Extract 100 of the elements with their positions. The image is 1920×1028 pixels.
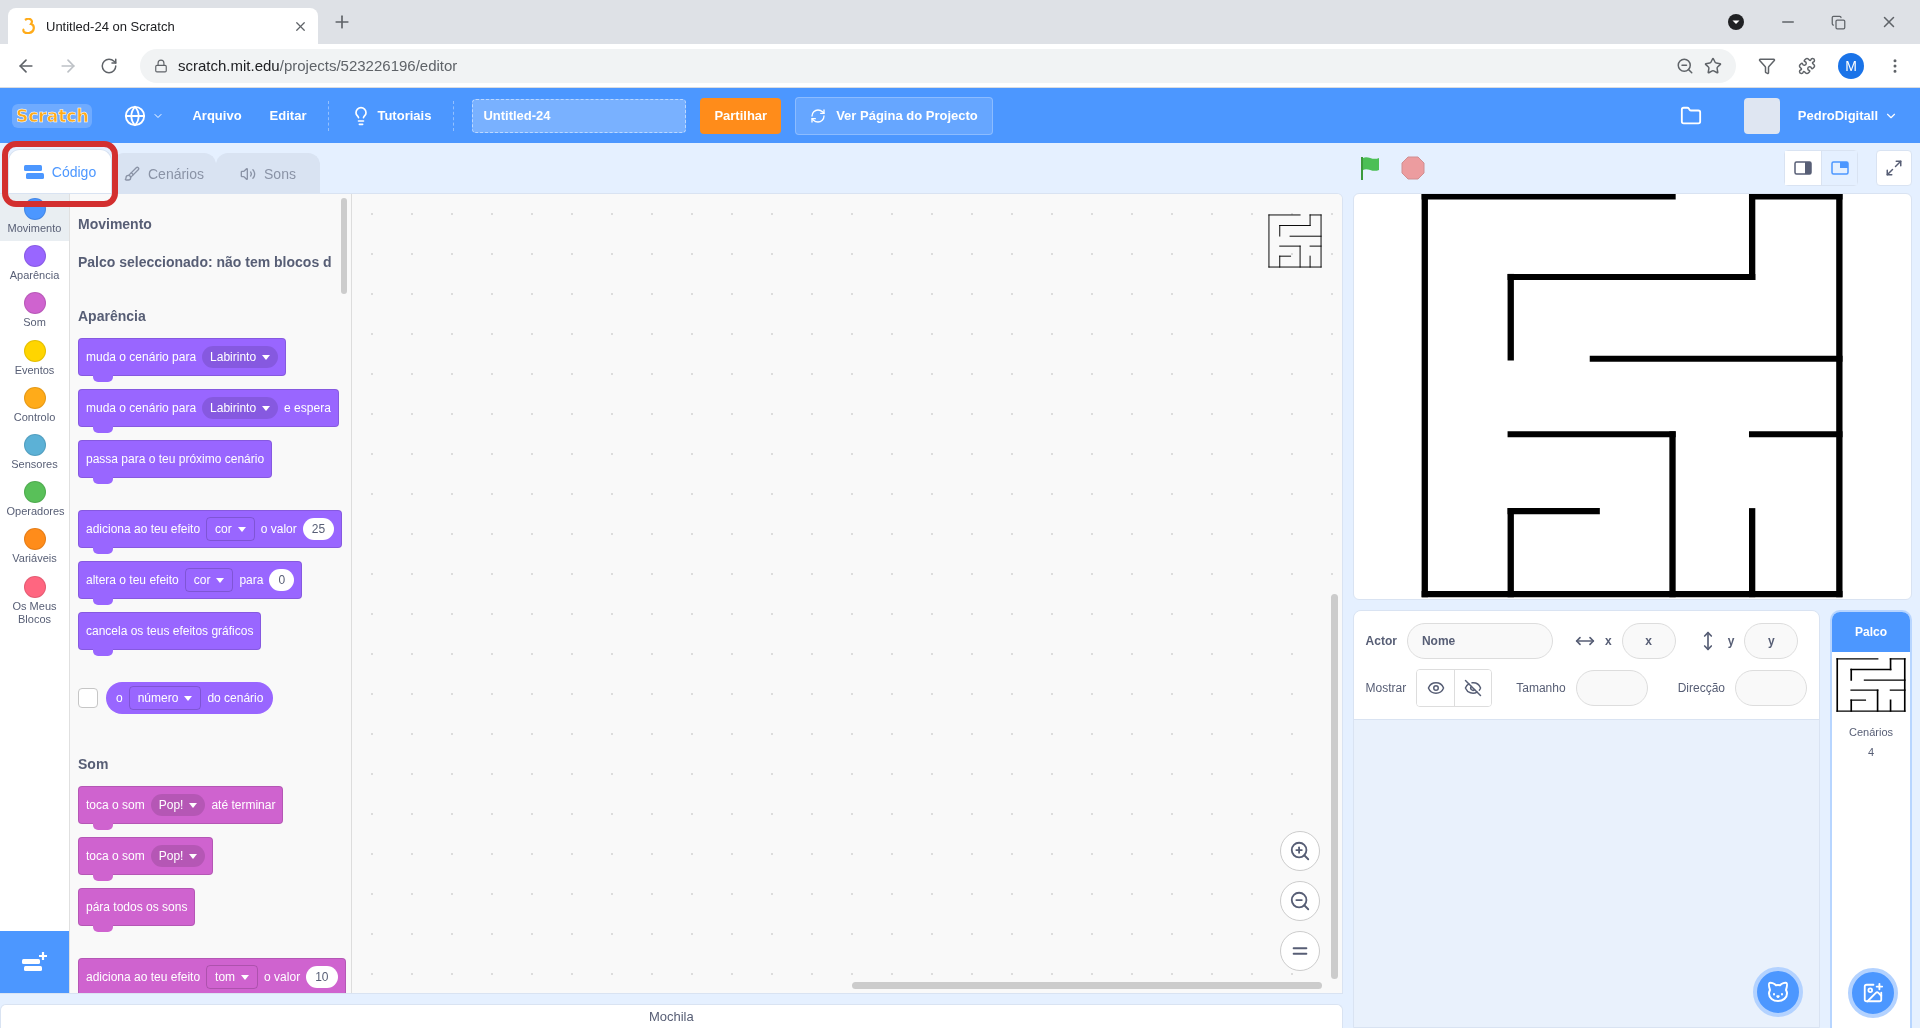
checkbox[interactable]: [78, 688, 98, 708]
field-label: Mostrar: [1365, 681, 1407, 695]
add-sprite-button[interactable]: [1753, 967, 1803, 1017]
caret-icon: [189, 802, 198, 808]
block-dropdown[interactable]: Labirinto: [202, 346, 279, 368]
normal-stage-icon: [1830, 161, 1849, 175]
sprite-name-field[interactable]: Nome: [1406, 623, 1553, 659]
paintbrush-icon: [124, 165, 140, 182]
category-item[interactable]: Operadores: [0, 477, 69, 525]
category-item[interactable]: Sensores: [0, 429, 69, 478]
address-bar[interactable]: scratch.mit.edu/projects/523226196/editor: [140, 48, 1736, 83]
block-number-input[interactable]: 25: [302, 518, 335, 540]
block-number-input[interactable]: 0: [269, 569, 295, 591]
field-label: Direcção: [1677, 681, 1725, 695]
stage-panel-title: Palco: [1832, 612, 1910, 652]
block-number-input[interactable]: 10: [306, 966, 338, 988]
restore-icon[interactable]: [1831, 14, 1846, 30]
category-item[interactable]: Variáveis: [0, 524, 69, 572]
scrollbar[interactable]: [341, 198, 347, 294]
tab-title: Untitled-24 on Scratch: [46, 18, 176, 34]
lock-icon: [154, 58, 168, 73]
block-dropdown[interactable]: Pop!: [150, 845, 206, 867]
hide-button[interactable]: [1454, 670, 1492, 706]
caret-icon: [262, 405, 271, 411]
editor-tab[interactable]: Código: [8, 149, 112, 193]
block-dropdown[interactable]: tom: [206, 965, 259, 989]
block-text: cancela os teus efeitos gráficos: [86, 624, 254, 638]
zoom-out-button[interactable]: [1279, 881, 1320, 921]
reporter-block[interactable]: o número do cenário: [106, 682, 274, 714]
share-button[interactable]: Partilhar: [700, 97, 782, 134]
block-text: para: [239, 573, 264, 587]
category-item[interactable]: Os Meus Blocos: [0, 571, 69, 632]
project-page-button[interactable]: Ver Página do Projecto: [795, 96, 993, 135]
block-dropdown[interactable]: cor: [206, 517, 255, 541]
size-field[interactable]: [1575, 670, 1648, 706]
block-text: toca o som: [86, 849, 145, 863]
backpack-bar[interactable]: Mochila: [0, 1004, 1343, 1028]
palette-note: Palco seleccionado: não tem blocos d: [78, 254, 333, 270]
block-dropdown[interactable]: Labirinto: [202, 397, 279, 419]
browser-tab[interactable]: Untitled-24 on Scratch: [8, 8, 318, 44]
y-field[interactable]: y: [1744, 623, 1799, 659]
star-icon[interactable]: [1704, 56, 1722, 75]
backdrops-count: 4: [1867, 746, 1875, 758]
caret-icon: [237, 526, 246, 532]
image-icon: [1862, 982, 1884, 1004]
url-text: scratch.mit.edu/projects/523226196/editor: [178, 57, 459, 74]
section-title: Aparência: [78, 308, 147, 324]
block-text: passa para o teu próximo cenário: [86, 452, 265, 466]
block-text: e espera: [284, 401, 331, 415]
block-text: pára todos os sons: [86, 900, 188, 914]
block-dropdown[interactable]: cor: [184, 568, 234, 592]
filter-icon[interactable]: [1758, 56, 1776, 75]
avatar[interactable]: [1743, 97, 1780, 134]
category-item[interactable]: Controlo: [0, 382, 69, 430]
scrollbar[interactable]: [852, 982, 1322, 989]
small-stage-icon: [1794, 161, 1812, 175]
cat-icon: [1766, 980, 1790, 1004]
stop-icon[interactable]: [1400, 156, 1425, 180]
block-dropdown[interactable]: número: [128, 686, 202, 710]
scrollbar[interactable]: [1330, 594, 1338, 979]
caret-icon: [189, 853, 198, 859]
zoom-in-icon: [1288, 840, 1311, 862]
block-text: até terminar: [211, 798, 276, 812]
reset-zoom-button[interactable]: [1279, 931, 1320, 971]
tutorials-button[interactable]: Tutoriais: [341, 88, 442, 143]
direction-field[interactable]: [1735, 670, 1807, 706]
menu-item[interactable]: Editar: [259, 88, 317, 143]
folder-icon[interactable]: [1679, 104, 1702, 127]
add-backdrop-button[interactable]: [1848, 968, 1898, 1018]
block-text: altera o teu efeito: [86, 573, 179, 587]
profile-avatar[interactable]: M: [1838, 52, 1864, 79]
stage-panel[interactable]: Palco Cenários 4: [1830, 610, 1912, 1028]
category-item[interactable]: Aparência: [0, 241, 69, 289]
account-menu[interactable]: PedroDigitall: [1787, 88, 1908, 143]
x-field[interactable]: x: [1621, 623, 1676, 659]
eye-off-icon: [1464, 679, 1483, 697]
editor-tab[interactable]: Sons: [216, 153, 320, 193]
block-text: o valor: [264, 970, 301, 984]
fullscreen-button[interactable]: [1876, 150, 1912, 186]
speaker-icon: [240, 165, 257, 182]
add-extension-button[interactable]: [0, 931, 69, 993]
caret-icon: [216, 577, 225, 583]
section-title: Movimento: [78, 216, 153, 232]
globe-icon: [124, 104, 147, 127]
field-label: Tamanho: [1516, 681, 1566, 695]
zoom-in-button[interactable]: [1279, 831, 1320, 871]
reload-icon[interactable]: [100, 56, 118, 75]
zoom-out-icon: [1288, 890, 1311, 912]
code-blocks-icon: [23, 164, 44, 179]
puzzle-icon[interactable]: [1798, 56, 1816, 75]
category-item[interactable]: Eventos: [0, 335, 69, 383]
menu-item[interactable]: Arquivo: [182, 88, 252, 143]
block-text: o valor: [260, 522, 297, 536]
field-label: y: [1727, 634, 1735, 648]
category-item[interactable]: Som: [0, 288, 69, 336]
tab-search-icon[interactable]: [1727, 13, 1745, 31]
zoom-out-icon[interactable]: [1676, 56, 1694, 75]
fullscreen-icon: [1885, 159, 1903, 177]
block-text: adiciona ao teu efeito: [86, 970, 201, 984]
block-dropdown[interactable]: Pop!: [150, 794, 206, 816]
